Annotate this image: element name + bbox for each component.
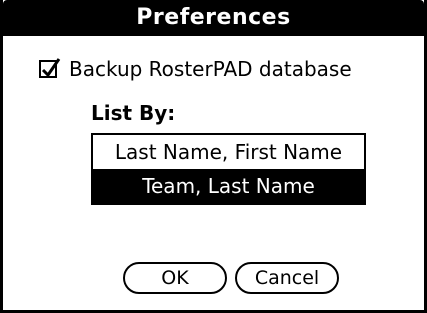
list-by-label: List By: [91, 101, 176, 125]
backup-checkbox-label: Backup RosterPAD database [69, 57, 352, 81]
ok-button[interactable]: OK [123, 262, 227, 294]
button-row: OK Cancel [123, 262, 339, 294]
checkmark-icon [41, 58, 61, 78]
list-option-team-last[interactable]: Team, Last Name [93, 169, 364, 203]
dialog-title: Preferences [3, 0, 424, 36]
list-option-last-first[interactable]: Last Name, First Name [93, 135, 364, 169]
preferences-dialog: Preferences Backup RosterPAD database Li… [0, 0, 427, 313]
cancel-button[interactable]: Cancel [235, 262, 339, 294]
list-by-listbox[interactable]: Last Name, First Name Team, Last Name [91, 133, 366, 205]
backup-checkbox-row[interactable]: Backup RosterPAD database [39, 56, 352, 82]
backup-checkbox[interactable] [39, 58, 61, 78]
